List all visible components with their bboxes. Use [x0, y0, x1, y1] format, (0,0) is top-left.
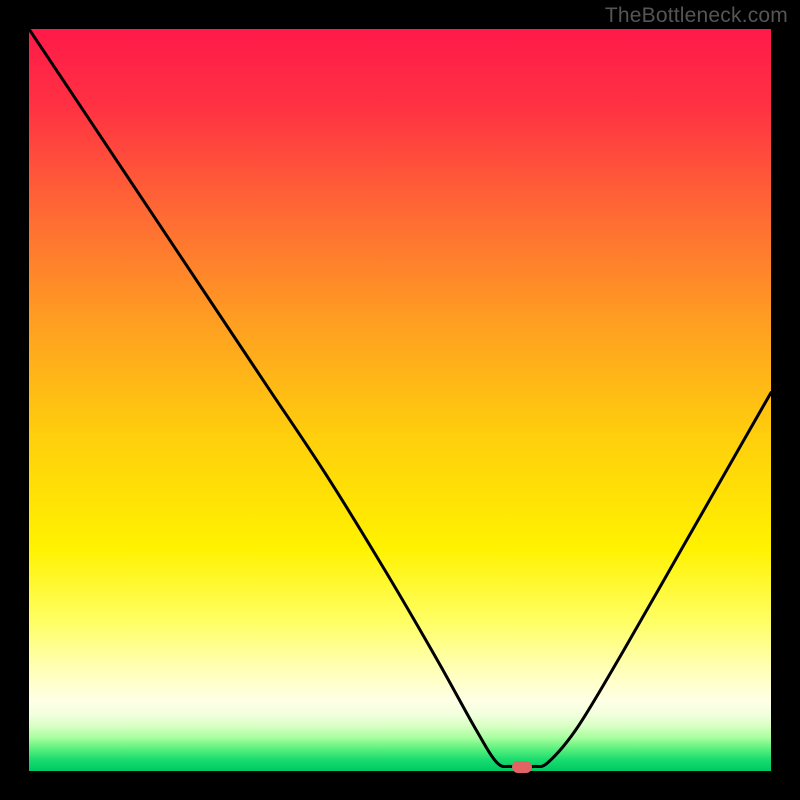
watermark-text: TheBottleneck.com [605, 4, 788, 28]
chart-stage: TheBottleneck.com [0, 0, 800, 800]
optimal-marker [512, 761, 532, 773]
bottleneck-curve [29, 29, 771, 767]
plot-area [29, 29, 771, 771]
curve-layer [29, 29, 771, 771]
